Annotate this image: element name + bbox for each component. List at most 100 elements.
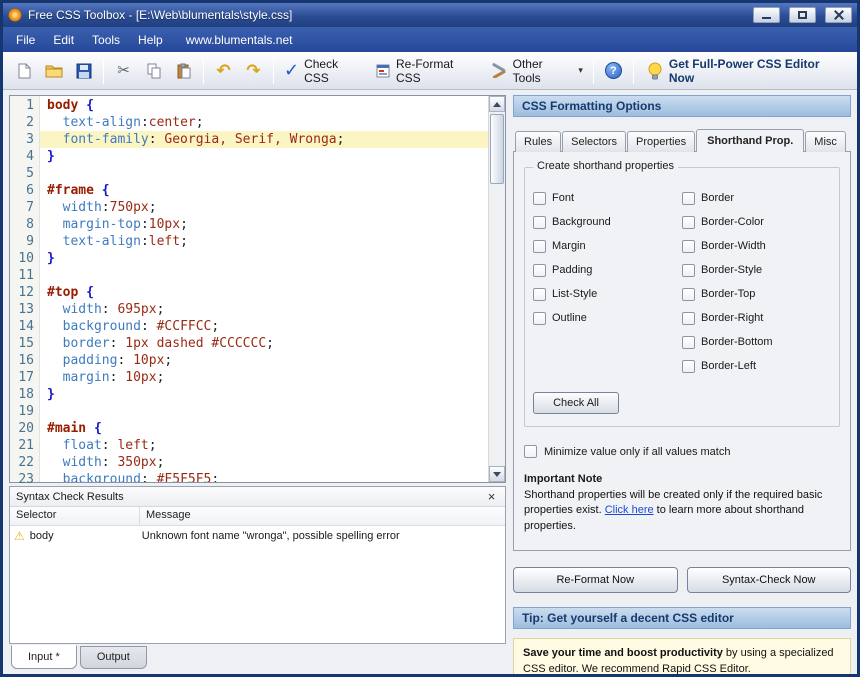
code-editor[interactable]: 1234567891011121314151617181920212223 bo…	[9, 95, 506, 483]
scroll-down-button[interactable]	[489, 466, 505, 482]
code-line[interactable]: font-family: Georgia, Serif, Wronga;	[40, 131, 488, 148]
code-line[interactable]: padding: 10px;	[40, 352, 488, 369]
checkbox-box[interactable]	[682, 312, 695, 325]
scroll-up-button[interactable]	[489, 96, 505, 112]
note-click-here-link[interactable]: Click here	[605, 504, 654, 516]
checkbox-border-style[interactable]: Border-Style	[682, 258, 831, 282]
minimize-checkbox-row[interactable]: Minimize value only if all values match	[524, 445, 840, 458]
editor-vertical-scrollbar[interactable]	[488, 96, 505, 482]
tab-output[interactable]: Output	[80, 646, 147, 669]
code-line[interactable]: margin-top:10px;	[40, 216, 488, 233]
code-line[interactable]: background: #CCFFCC;	[40, 318, 488, 335]
checkbox-border-color[interactable]: Border-Color	[682, 210, 831, 234]
code-line[interactable]: text-align:center;	[40, 114, 488, 131]
code-line[interactable]: float: left;	[40, 437, 488, 454]
tab-input[interactable]: Input *	[11, 645, 77, 669]
code-line[interactable]: border: 1px dashed #CCCCCC;	[40, 335, 488, 352]
scrollbar-thumb[interactable]	[490, 114, 504, 184]
checkbox-border-right[interactable]: Border-Right	[682, 306, 831, 330]
checkbox-box[interactable]	[682, 288, 695, 301]
paste-button[interactable]	[169, 56, 198, 86]
code-line[interactable]: #frame {	[40, 182, 488, 199]
checkbox-box[interactable]	[682, 264, 695, 277]
menu-file[interactable]: File	[7, 29, 44, 51]
code-line[interactable]: width: 695px;	[40, 301, 488, 318]
checkbox-box[interactable]	[533, 192, 546, 205]
checkbox-box[interactable]	[682, 192, 695, 205]
code-line[interactable]: }	[40, 148, 488, 165]
redo-button[interactable]: ↷	[239, 56, 268, 86]
checkbox-margin[interactable]: Margin	[533, 234, 682, 258]
tab-selectors[interactable]: Selectors	[562, 131, 626, 152]
line-number: 12	[10, 284, 34, 301]
maximize-button[interactable]	[789, 7, 816, 23]
minimize-checkbox[interactable]	[524, 445, 537, 458]
copy-button[interactable]	[139, 56, 168, 86]
column-header-selector[interactable]: Selector	[10, 507, 140, 525]
checkbox-border-bottom[interactable]: Border-Bottom	[682, 330, 831, 354]
scrollbar-track[interactable]	[489, 184, 505, 466]
checkbox-font[interactable]: Font	[533, 186, 682, 210]
check-css-button[interactable]: ✓ Check CSS	[279, 56, 369, 86]
checkbox-background[interactable]: Background	[533, 210, 682, 234]
checkbox-box[interactable]	[682, 336, 695, 349]
checkbox-outline[interactable]: Outline	[533, 306, 682, 330]
menu-tools[interactable]: Tools	[83, 29, 129, 51]
checkbox-box[interactable]	[682, 360, 695, 373]
checkbox-border[interactable]: Border	[682, 186, 831, 210]
results-title: Syntax Check Results	[16, 491, 124, 503]
checkbox-box[interactable]	[533, 312, 546, 325]
checkbox-padding[interactable]: Padding	[533, 258, 682, 282]
save-button[interactable]	[69, 56, 98, 86]
close-button[interactable]	[825, 7, 852, 23]
menu-edit[interactable]: Edit	[44, 29, 83, 51]
checkbox-border-width[interactable]: Border-Width	[682, 234, 831, 258]
check-all-button[interactable]: Check All	[533, 392, 619, 414]
other-tools-button[interactable]: Other Tools ▾	[485, 56, 588, 86]
code-line[interactable]	[40, 165, 488, 182]
checkbox-box[interactable]	[682, 216, 695, 229]
code-line[interactable]: #top {	[40, 284, 488, 301]
checkbox-border-top[interactable]: Border-Top	[682, 282, 831, 306]
code-line[interactable]: width:750px;	[40, 199, 488, 216]
tab-properties[interactable]: Properties	[627, 131, 695, 152]
checkbox-border-left[interactable]: Border-Left	[682, 354, 831, 378]
minimize-button[interactable]	[753, 7, 780, 23]
reformat-css-button[interactable]: Re-Format CSS	[370, 56, 484, 86]
menubar-site-link[interactable]: www.blumentals.net	[186, 33, 293, 47]
syntax-check-now-button[interactable]: Syntax-Check Now	[687, 567, 852, 593]
code-line[interactable]: width: 350px;	[40, 454, 488, 471]
code-line[interactable]: }	[40, 250, 488, 267]
new-button[interactable]	[9, 56, 38, 86]
tab-rules[interactable]: Rules	[515, 131, 561, 152]
code-line[interactable]	[40, 403, 488, 420]
checkbox-box[interactable]	[533, 216, 546, 229]
code-line[interactable]: margin: 10px;	[40, 369, 488, 386]
checkbox-box[interactable]	[533, 264, 546, 277]
code-line[interactable]: background: #F5F5F5;	[40, 471, 488, 482]
undo-button[interactable]: ↶	[209, 56, 238, 86]
tab-misc[interactable]: Misc	[805, 131, 846, 152]
code-line[interactable]: body {	[40, 97, 488, 114]
code-line[interactable]: #main {	[40, 420, 488, 437]
editor-code[interactable]: body { text-align:center; font-family: G…	[40, 96, 488, 482]
column-header-message[interactable]: Message	[140, 507, 505, 525]
get-editor-promo[interactable]: Get Full-Power CSS Editor Now	[639, 57, 851, 85]
reformat-now-button[interactable]: Re-Format Now	[513, 567, 678, 593]
cut-button[interactable]: ✂	[109, 56, 138, 86]
open-button[interactable]	[39, 56, 68, 86]
code-line[interactable]: }	[40, 386, 488, 403]
checkbox-box[interactable]	[533, 240, 546, 253]
code-line[interactable]: text-align:left;	[40, 233, 488, 250]
help-button[interactable]: ?	[599, 56, 628, 86]
code-line[interactable]	[40, 267, 488, 284]
checkbox-list-style[interactable]: List-Style	[533, 282, 682, 306]
menu-help[interactable]: Help	[129, 29, 172, 51]
checkbox-box[interactable]	[682, 240, 695, 253]
shorthand-groupbox: Create shorthand properties FontBackgrou…	[524, 167, 840, 427]
chevron-down-icon: ▾	[578, 65, 583, 76]
checkbox-box[interactable]	[533, 288, 546, 301]
results-close-button[interactable]: ×	[484, 489, 499, 504]
tab-shorthand-prop[interactable]: Shorthand Prop.	[696, 129, 804, 152]
result-row[interactable]: ⚠bodyUnknown font name "wronga", possibl…	[10, 526, 505, 546]
